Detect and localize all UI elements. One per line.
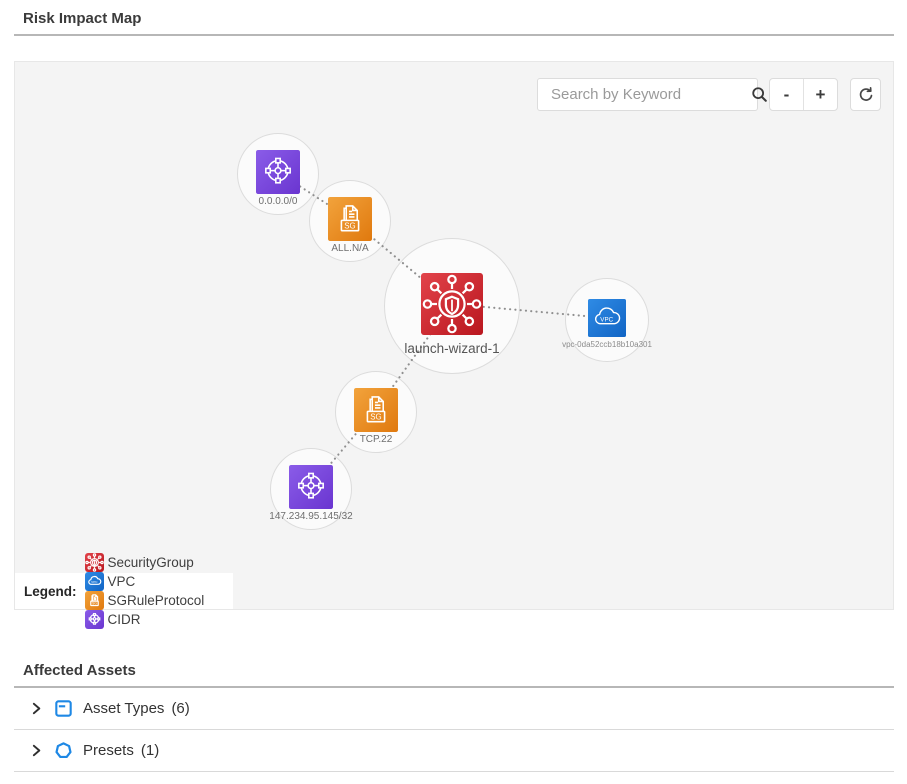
map-legend: Legend: SecurityGroupVPCVPCSGSGRuleProto… [15,573,233,609]
vpc-legend-icon: VPC [85,572,104,591]
asset-row-count: (6) [171,700,189,717]
presets-icon [54,741,73,760]
legend-item-sgruleprotocol: SG SGRuleProtocol [85,591,205,610]
asset-row-label: Presets [83,742,134,759]
legend-item-label: CIDR [108,612,141,627]
map-toolbar: - + [537,78,881,111]
zoom-out-button[interactable]: - [770,79,803,110]
legend-item-vpc: VPC VPC [85,572,205,591]
node-label: 147.234.95.145/32 [269,511,352,522]
asset-types-icon [54,699,73,718]
asset-row-label: Asset Types [83,700,164,717]
page-header: Risk Impact Map [14,0,894,36]
chevron-right-icon[interactable] [29,701,44,716]
zoom-controls: - + [769,78,838,111]
svg-text:SG: SG [92,602,97,606]
search-icon[interactable] [750,79,769,110]
legend-item-label: SGRuleProtocol [108,593,205,608]
asset-row-count: (1) [141,742,159,759]
sgruleprotocol-icon[interactable]: SG [354,388,398,432]
node-label: launch-wizard-1 [404,341,499,356]
legend-title: Legend: [24,584,77,599]
svg-text:VPC: VPC [91,580,98,584]
refresh-icon [857,86,875,104]
svg-text:SG: SG [370,412,381,421]
legend-item-label: SecurityGroup [108,555,194,570]
sgruleprotocol-icon[interactable]: SG [328,197,372,241]
svg-text:VPC: VPC [600,316,613,323]
affected-assets-title: Affected Assets [14,652,894,686]
legend-item-securitygroup: SecurityGroup [85,553,205,572]
svg-text:SG: SG [344,221,355,230]
search-box [537,78,758,111]
securitygroup-legend-icon [85,553,104,572]
refresh-button[interactable] [850,78,881,111]
affected-assets-section: Affected Assets Asset Types (6) Presets (1) [14,652,894,772]
legend-item-cidr: CIDR [85,610,205,629]
securitygroup-icon[interactable] [421,273,483,335]
zoom-in-button[interactable]: + [804,79,837,110]
title-divider [14,34,894,36]
chevron-right-icon[interactable] [29,743,44,758]
node-label: 0.0.0.0/0 [259,196,298,207]
node-label: vpc-0da52ccb18b10a301 [562,340,652,349]
vpc-icon[interactable]: VPC [588,299,626,337]
asset-row-presets[interactable]: Presets (1) [14,730,894,772]
cidr-legend-icon [85,610,104,629]
page-title: Risk Impact Map [14,0,894,34]
cidr-icon[interactable] [256,150,300,194]
risk-impact-map-canvas[interactable]: - + 0.0.0.0/0 SG ALL.N/A launch-wizard-1 VPC… [14,61,894,610]
search-input[interactable] [538,86,750,103]
node-label: TCP.22 [360,434,393,445]
node-label: ALL.N/A [331,243,368,254]
cidr-icon[interactable] [289,465,333,509]
legend-items: SecurityGroup VPC VPC SG SGRuleProtocol CIDR [85,553,218,629]
sgruleprotocol-legend-icon: SG [85,591,104,610]
affected-assets-list: Asset Types (6) Presets (1) [14,688,894,772]
asset-row-asset-types[interactable]: Asset Types (6) [14,688,894,730]
legend-item-label: VPC [108,574,136,589]
